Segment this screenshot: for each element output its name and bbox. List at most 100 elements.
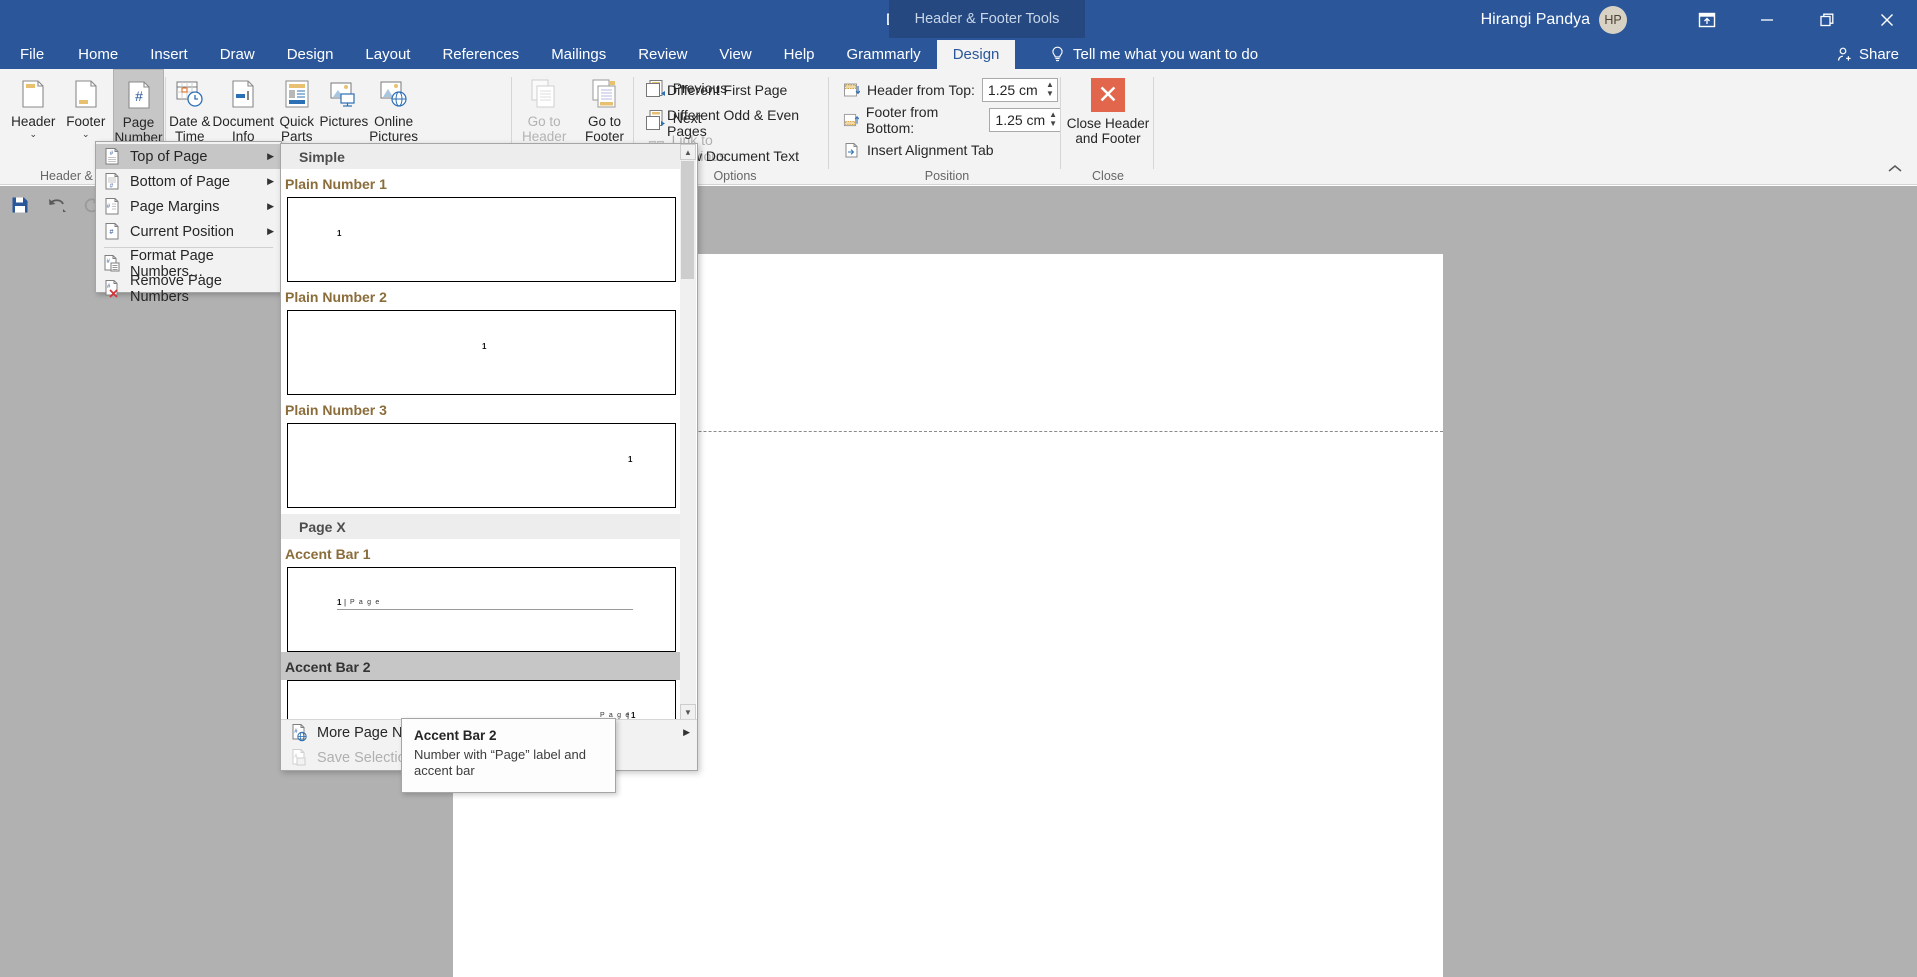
tab-design[interactable]: Design — [271, 40, 350, 69]
save-icon[interactable] — [10, 195, 32, 217]
chevron-up-icon — [1888, 165, 1902, 172]
page-number-button[interactable]: # Page Number — [113, 69, 164, 146]
preview-accent-rule — [337, 609, 633, 610]
menu-item-page-margins[interactable]: # Page Margins ▶ — [96, 194, 281, 219]
preview-page-number: 1 — [628, 455, 633, 464]
gallery-scrollbar[interactable]: ▲ ▼ — [680, 144, 696, 720]
tab-layout[interactable]: Layout — [349, 40, 426, 69]
office-com-icon: # — [289, 723, 311, 743]
checkbox-box — [646, 116, 660, 130]
gallery-item-accent-bar-2[interactable]: Accent Bar 2 P a g e | 1 — [281, 652, 682, 720]
gallery-item-accent-bar-1[interactable]: Accent Bar 1 1 | P a g e — [281, 539, 682, 652]
date-time-button[interactable]: Date & Time — [168, 69, 211, 144]
different-first-page-checkbox[interactable]: Different First Page — [646, 78, 830, 102]
document-info-icon — [226, 77, 260, 111]
gallery-item-plain-number-1[interactable]: Plain Number 1 1 — [281, 169, 682, 282]
gallery-item-plain-number-2[interactable]: Plain Number 2 1 — [281, 282, 682, 395]
quick-parts-icon — [280, 77, 314, 111]
online-pictures-button[interactable]: Online Pictures — [369, 69, 418, 144]
go-to-footer-button[interactable]: Go to Footer — [575, 69, 633, 144]
close-icon[interactable] — [1857, 0, 1917, 40]
header-from-top-icon — [844, 83, 860, 96]
tab-home[interactable]: Home — [62, 40, 134, 69]
collapse-ribbon-button[interactable] — [1887, 162, 1903, 180]
spinner-arrows[interactable]: ▲ ▼ — [1049, 111, 1057, 128]
go-to-header-button[interactable]: Go to Header — [515, 69, 573, 144]
menu-item-remove-page-numbers[interactable]: # Remove Page Numbers — [96, 273, 281, 305]
header-from-top-value: 1.25 cm — [987, 82, 1038, 98]
tab-grammarly[interactable]: Grammarly — [831, 40, 937, 69]
tab-review[interactable]: Review — [622, 40, 703, 69]
gallery-item-preview: 1 — [287, 310, 676, 395]
gallery-item-label: Plain Number 1 — [285, 176, 387, 192]
chevron-right-icon: ▶ — [267, 151, 274, 161]
different-odd-even-checkbox[interactable]: Different Odd & Even Pages — [646, 107, 830, 139]
avatar[interactable]: HP — [1599, 6, 1627, 34]
tab-insert[interactable]: Insert — [134, 40, 204, 69]
tab-draw[interactable]: Draw — [204, 40, 271, 69]
tab-references[interactable]: References — [426, 40, 535, 69]
minimize-icon[interactable] — [1737, 0, 1797, 40]
chevron-right-icon: ▶ — [267, 226, 274, 236]
close-header-footer-label-line2: and Footer — [1075, 131, 1141, 146]
gallery-item-plain-number-3[interactable]: Plain Number 3 1 — [281, 395, 682, 508]
page-number-margins-icon: # — [102, 197, 124, 217]
pictures-icon — [327, 77, 361, 111]
document-info-button[interactable]: Document Info — [212, 69, 274, 144]
chevron-right-icon: ▶ — [267, 201, 274, 211]
close-x-icon: ✕ — [1091, 78, 1125, 112]
scrollbar-thumb[interactable] — [681, 161, 694, 279]
svg-text:#: # — [110, 229, 114, 236]
ribbon-separator-6 — [1153, 77, 1154, 169]
different-first-page-label: Different First Page — [667, 82, 788, 98]
header-from-top-input[interactable]: 1.25 cm ▲ ▼ — [981, 78, 1058, 102]
gallery-section-header-page-x: Page X — [281, 514, 682, 539]
gallery-item-preview: 1 | P a g e — [287, 567, 676, 652]
insert-alignment-tab-label: Insert Alignment Tab — [867, 142, 994, 158]
tab-help[interactable]: Help — [768, 40, 831, 69]
spinner-down-icon: ▼ — [1045, 89, 1054, 98]
tab-mailings[interactable]: Mailings — [535, 40, 622, 69]
spinner-arrows[interactable]: ▲ ▼ — [1046, 81, 1054, 98]
go-to-header-label-line2: Header — [522, 129, 567, 144]
footer-caret-icon[interactable]: ⌄ — [82, 130, 90, 139]
scrollbar-down-button[interactable]: ▼ — [680, 704, 696, 720]
tab-view[interactable]: View — [703, 40, 767, 69]
header-caret-icon[interactable]: ⌄ — [30, 130, 38, 139]
scrollbar-up-button[interactable]: ▲ — [680, 144, 696, 160]
preview-page-number: 1 — [337, 598, 342, 607]
chevron-right-icon: ▶ — [267, 176, 274, 186]
restore-icon[interactable] — [1797, 0, 1857, 40]
gallery-item-label: Plain Number 3 — [285, 402, 387, 418]
header-from-top-row: Header from Top: 1.25 cm ▲ ▼ — [843, 78, 1061, 102]
tell-me-box[interactable]: Tell me what you want to do — [1050, 40, 1258, 69]
menu-item-top-of-page[interactable]: # Top of Page ▶ — [96, 144, 281, 169]
menu-item-bottom-of-page[interactable]: # Bottom of Page ▶ — [96, 169, 281, 194]
ribbon-display-options-icon[interactable] — [1677, 0, 1737, 40]
header-button[interactable]: Header ⌄ — [8, 69, 59, 146]
menu-item-current-position[interactable]: # Current Position ▶ — [96, 219, 281, 244]
svg-text:#: # — [135, 88, 143, 104]
footer-button[interactable]: Footer ⌄ — [61, 69, 112, 146]
tab-header-footer-design[interactable]: Design — [936, 40, 1016, 69]
undo-icon[interactable] — [46, 195, 68, 217]
page-number-current-icon: # — [102, 222, 124, 242]
account-area[interactable]: Hirangi Pandya HP — [1481, 0, 1627, 40]
footer-from-bottom-value: 1.25 cm — [995, 112, 1046, 128]
share-button[interactable]: Share — [1836, 40, 1899, 69]
pictures-button[interactable]: Pictures — [319, 69, 368, 144]
preview-page-number: 1 — [337, 229, 342, 238]
chevron-right-icon: ▶ — [683, 727, 690, 737]
insert-alignment-tab-button[interactable]: Insert Alignment Tab — [843, 138, 1061, 162]
tab-file[interactable]: File — [0, 40, 62, 69]
page-number-icon: # — [122, 78, 156, 112]
format-page-numbers-icon: # — [102, 254, 124, 274]
quick-parts-button[interactable]: Quick Parts — [275, 69, 318, 144]
header-icon — [16, 77, 50, 111]
go-to-footer-icon — [588, 77, 622, 111]
preview-page-number: 1 — [482, 342, 487, 351]
tooltip-body: Number with “Page” label and accent bar — [414, 747, 586, 778]
footer-from-bottom-input[interactable]: 1.25 cm ▲ ▼ — [989, 108, 1061, 132]
menu-item-remove-page-numbers-label: Remove Page Numbers — [130, 272, 222, 305]
menu-item-page-margins-label: Page Margins — [130, 198, 220, 215]
